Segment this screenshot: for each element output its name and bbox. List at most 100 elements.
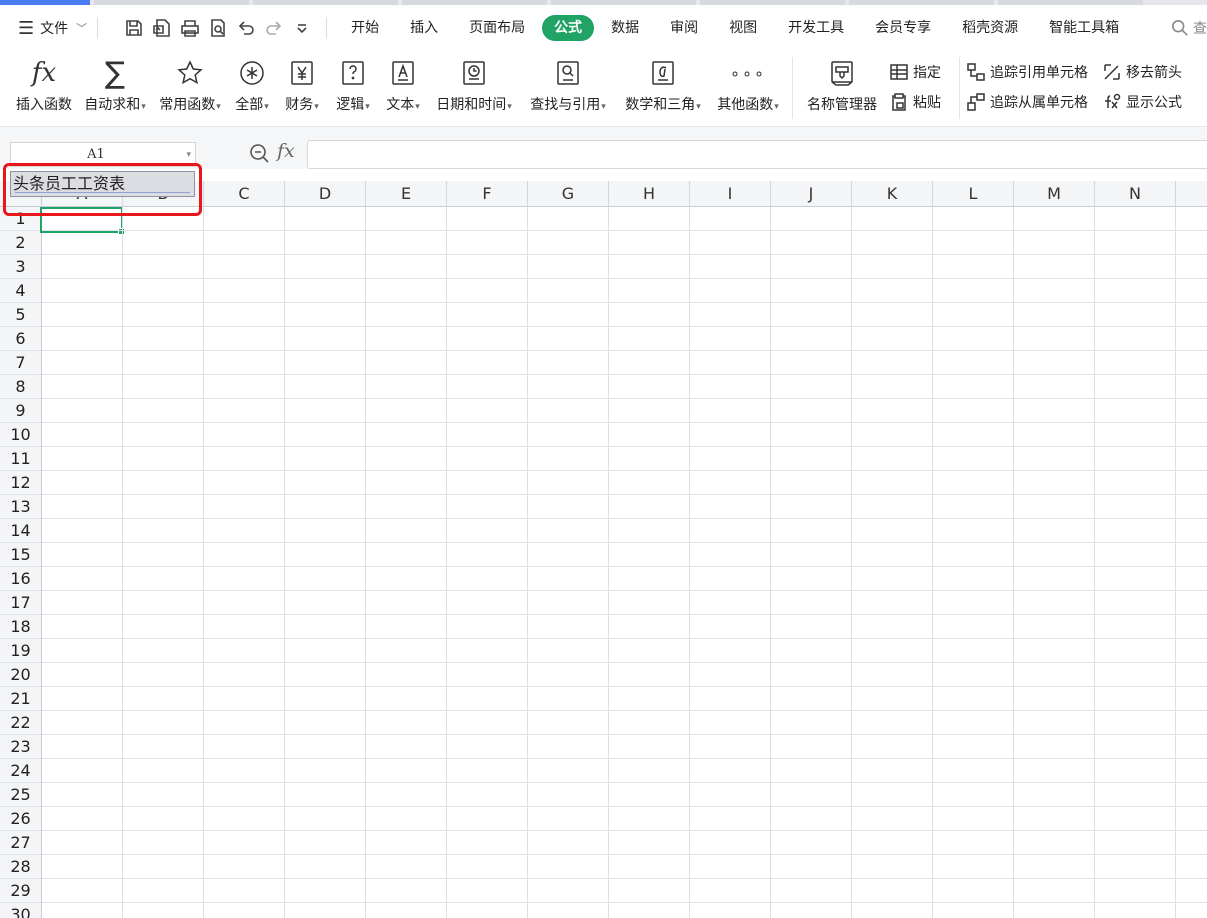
file-menu[interactable]: ☰ 文件 ﹀ [18,13,87,43]
gridline-vertical [932,207,933,918]
column-header-c[interactable]: C [204,181,285,207]
divider [97,17,99,39]
row-header-22[interactable]: 22 [0,711,41,735]
fx-icon[interactable]: fx [277,140,295,162]
dropdown-arrow-icon[interactable]: ▾ [186,150,191,160]
row-header-23[interactable]: 23 [0,735,41,759]
question-book-icon [339,56,367,90]
text-button[interactable]: 文本▾ [378,51,428,121]
column-header-f[interactable]: F [447,181,528,207]
remove-arrows-button[interactable]: 移去箭头 [1102,57,1192,87]
tab-7[interactable]: 开发工具 [774,15,858,41]
text-label: 文本 [386,97,415,113]
row-header-24[interactable]: 24 [0,759,41,783]
column-header-n[interactable]: N [1095,181,1176,207]
row-header-6[interactable]: 6 [0,327,41,351]
row-header-10[interactable]: 10 [0,423,41,447]
row-header-11[interactable]: 11 [0,447,41,471]
column-header-l[interactable]: L [933,181,1014,207]
more-functions-button[interactable]: ∘∘∘ 其他函数▾ [710,51,786,121]
ribbon-tabs: 开始 插入 页面布局 公式 数据 审阅 视图 开发工具 会员专享 稻壳资源 智能工具箱 [337,15,1136,41]
common-functions-button[interactable]: 常用函数▾ [152,51,228,121]
redo-icon[interactable] [260,14,288,42]
math-trig-button[interactable]: 数学和三角▾ [616,51,710,121]
row-header-19[interactable]: 19 [0,639,41,663]
tab-3[interactable]: 公式 [542,15,595,41]
autosum-button[interactable]: ∑ 自动求和▾ [78,51,152,121]
autosum-label: 自动求和 [84,97,141,113]
gridline-horizontal [42,566,1207,567]
star-icon [176,56,204,90]
search-box[interactable]: 查 [1171,18,1207,38]
gridline-horizontal [42,278,1207,279]
tab-8[interactable]: 会员专享 [861,15,945,41]
column-header-j[interactable]: J [771,181,852,207]
tab-2[interactable]: 页面布局 [455,15,539,41]
gridline-vertical [365,207,366,918]
row-header-30[interactable]: 30 [0,903,41,918]
name-manager-button[interactable]: 名称管理器 [799,51,885,121]
row-header-25[interactable]: 25 [0,783,41,807]
row-header-21[interactable]: 21 [0,687,41,711]
cell-area[interactable] [40,207,1207,918]
row-header-17[interactable]: 17 [0,591,41,615]
row-header-8[interactable]: 8 [0,375,41,399]
trace-dependents-button[interactable]: 追踪从属单元格 [966,87,1102,117]
row-header-4[interactable]: 4 [0,279,41,303]
save-icon[interactable] [120,14,148,42]
logical-button[interactable]: 逻辑▾ [328,51,378,121]
show-formulas-button[interactable]: 显示公式 [1102,87,1192,117]
row-header-15[interactable]: 15 [0,543,41,567]
tab-5[interactable]: 审阅 [656,15,712,41]
row-header-26[interactable]: 26 [0,807,41,831]
undo-icon[interactable] [232,14,260,42]
row-header-9[interactable]: 9 [0,399,41,423]
tab-6[interactable]: 视图 [715,15,771,41]
column-header-m[interactable]: M [1014,181,1095,207]
zoom-icon[interactable] [248,142,270,164]
date-time-button[interactable]: 日期和时间▾ [428,51,520,121]
row-header-28[interactable]: 28 [0,855,41,879]
row-header-12[interactable]: 12 [0,471,41,495]
row-header-27[interactable]: 27 [0,831,41,855]
column-header-h[interactable]: H [609,181,690,207]
print-preview-icon[interactable] [204,14,232,42]
row-header-16[interactable]: 16 [0,567,41,591]
gridline-horizontal [42,854,1207,855]
row-header-18[interactable]: 18 [0,615,41,639]
formula-input[interactable] [307,140,1207,169]
export-pdf-icon[interactable] [148,14,176,42]
all-functions-button[interactable]: 全部▾ [228,51,276,121]
insert-function-button[interactable]: fx 插入函数 [10,51,78,121]
gridline-vertical [1013,207,1014,918]
column-header-g[interactable]: G [528,181,609,207]
customize-toolbar-icon[interactable] [288,14,316,42]
row-header-13[interactable]: 13 [0,495,41,519]
row-header-2[interactable]: 2 [0,231,41,255]
row-header-20[interactable]: 20 [0,663,41,687]
gridline-vertical [284,207,285,918]
print-icon[interactable] [176,14,204,42]
paste-name-button[interactable]: 粘贴 [889,87,953,117]
lookup-reference-button[interactable]: 查找与引用▾ [520,51,616,121]
tab-9[interactable]: 稻壳资源 [948,15,1032,41]
row-header-7[interactable]: 7 [0,351,41,375]
tab-10[interactable]: 智能工具箱 [1035,15,1133,41]
gridline-horizontal [42,398,1207,399]
row-header-3[interactable]: 3 [0,255,41,279]
column-header-i[interactable]: I [690,181,771,207]
column-header-e[interactable]: E [366,181,447,207]
column-header-k[interactable]: K [852,181,933,207]
trace-precedents-button[interactable]: 追踪引用单元格 [966,57,1102,87]
row-header-29[interactable]: 29 [0,879,41,903]
row-header-14[interactable]: 14 [0,519,41,543]
row-header-5[interactable]: 5 [0,303,41,327]
tab-0[interactable]: 开始 [337,15,393,41]
tab-1[interactable]: 插入 [396,15,452,41]
financial-button[interactable]: 财务▾ [276,51,328,121]
financial-label: 财务 [285,97,314,113]
tab-4[interactable]: 数据 [597,15,653,41]
specify-button[interactable]: 指定 [889,57,953,87]
column-header-d[interactable]: D [285,181,366,207]
paste-label: 粘贴 [913,95,941,111]
